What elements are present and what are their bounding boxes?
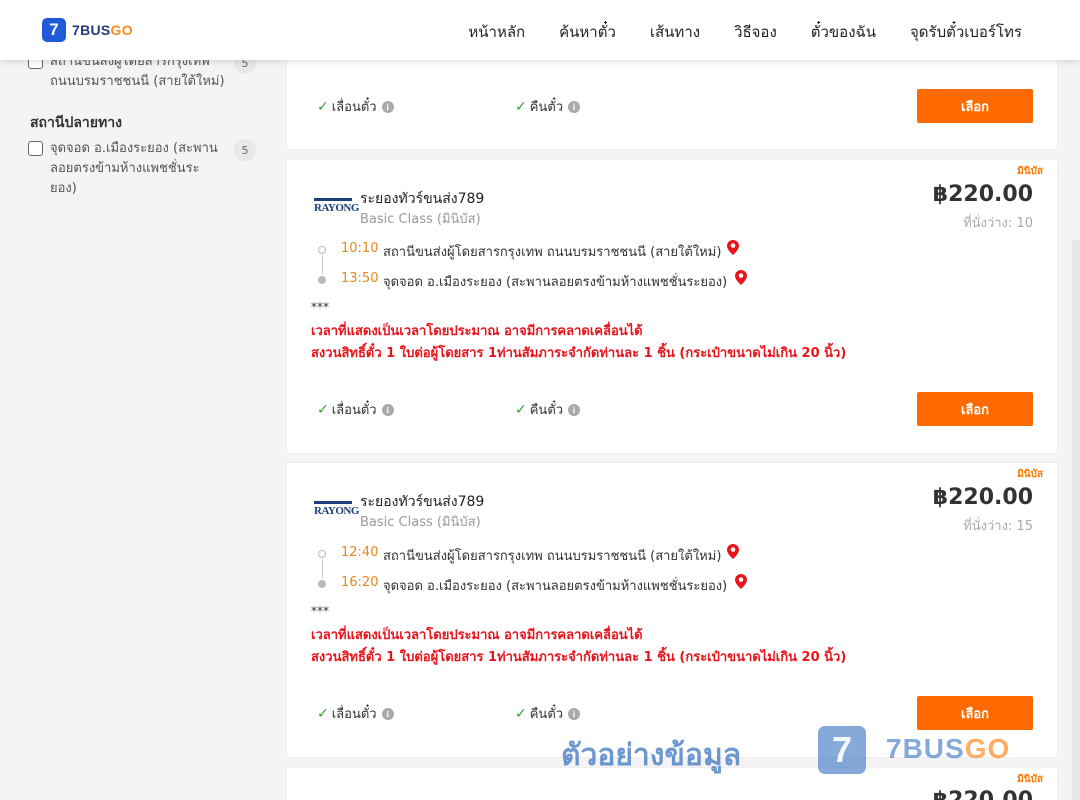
check-icon: ✓ <box>317 705 329 722</box>
notice-time-estimate: เวลาที่แสดงเป็นเวลาโดยประมาณ อาจมีการคลา… <box>311 324 643 339</box>
destination-station-checkbox[interactable] <box>28 141 43 156</box>
reschedule-feature: ✓ เลื่อนตั๋ว i <box>317 399 394 420</box>
filter-sidebar: สถานีขนส่งผู้โดยสารกรุงเทพ ถนนบรมราชชนนี… <box>0 0 270 800</box>
refund-feature: ✓ คืนตั๋ว i <box>515 96 581 117</box>
nav-my-tickets[interactable]: ตั๋วของฉัน <box>811 20 876 44</box>
departure-time: 12:40 <box>341 545 379 560</box>
notice-ticket-luggage: สงวนสิทธิ์ตั๋ว 1 ใบต่อผู้โดยสาร 1ท่านสัม… <box>311 346 847 361</box>
map-pin-icon[interactable] <box>727 240 739 255</box>
nav-search-tickets[interactable]: ค้นหาตั๋ว <box>559 20 616 44</box>
reschedule-feature: ✓ เลื่อนตั๋ว i <box>317 96 394 117</box>
trip-price: ฿220.00 <box>932 182 1033 207</box>
departure-dot <box>318 550 326 558</box>
main-nav: หน้าหลัก ค้นหาตั๋ว เส้นทาง วิธีจอง ตั๋วข… <box>468 20 1022 44</box>
operator-name: ระยองทัวร์ขนส่ง789 <box>360 191 485 207</box>
remarks-marker: *** <box>311 300 329 314</box>
refund-label: คืนตั๋ว <box>529 403 564 418</box>
reschedule-feature: ✓ เลื่อนตั๋ว i <box>317 703 394 724</box>
vehicle-type-badge: มินิบัส <box>1017 166 1043 177</box>
filter-destination-station[interactable]: จุดจอด อ.เมืองระยอง (สะพานลอยตรงข้ามห้าง… <box>28 139 256 199</box>
timeline-line <box>322 255 323 275</box>
info-icon[interactable]: i <box>381 100 394 113</box>
trip-price: ฿220.00 <box>932 485 1033 510</box>
info-icon[interactable]: i <box>381 403 394 416</box>
operator-name: ระยองทัวร์ขนส่ง789 <box>360 494 485 510</box>
refund-label: คืนตั๋ว <box>529 707 564 722</box>
arrival-time: 16:20 <box>341 575 379 590</box>
check-icon: ✓ <box>317 401 329 418</box>
page-scrollbar[interactable] <box>1072 240 1080 800</box>
check-icon: ✓ <box>515 705 527 722</box>
check-icon: ✓ <box>515 98 527 115</box>
logo-mark-icon: 7 <box>42 18 66 42</box>
destination-station-label: จุดจอด อ.เมืองระยอง (สะพานลอยตรงข้ามห้าง… <box>50 141 218 196</box>
map-pin-icon[interactable] <box>735 270 747 285</box>
watermark-logo-icon: 7 <box>818 726 866 774</box>
watermark-text: ตัวอย่างข้อมูล <box>561 738 742 773</box>
check-icon: ✓ <box>317 98 329 115</box>
nav-how-to-book[interactable]: วิธีจอง <box>734 20 777 44</box>
nav-ticket-pickup-contact[interactable]: จุดรับตั๋วเบอร์โทร <box>910 20 1022 44</box>
departure-dot <box>318 246 326 254</box>
operator-logo: RAYONG <box>314 500 359 518</box>
departure-time: 10:10 <box>341 241 379 256</box>
check-icon: ✓ <box>515 401 527 418</box>
trip-price: ฿220.00 <box>933 788 1033 800</box>
refund-feature: ✓ คืนตั๋ว i <box>515 703 581 724</box>
vehicle-type-badge: มินิบัส <box>1017 774 1043 785</box>
arrival-dot <box>318 276 326 284</box>
refund-feature: ✓ คืนตั๋ว i <box>515 399 581 420</box>
trip-card: มินิบัส RAYONG ระยองทัวร์ขนส่ง789 Basic … <box>286 159 1058 454</box>
destination-station-count: 5 <box>234 139 256 161</box>
remarks-marker: *** <box>311 604 329 618</box>
arrival-dot <box>318 580 326 588</box>
reschedule-label: เลื่อนตั๋ว <box>331 707 377 722</box>
seats-available: ที่นั่งว่าง: 10 <box>963 216 1033 231</box>
watermark-brand: 7BUSGO <box>886 733 1011 764</box>
arrival-stop: จุดจอด อ.เมืองระยอง (สะพานลอยตรงข้ามห้าง… <box>383 579 728 594</box>
reschedule-label: เลื่อนตั๋ว <box>331 100 377 115</box>
select-button[interactable]: เลือก <box>917 392 1033 426</box>
timeline-line <box>322 559 323 579</box>
notice-ticket-luggage: สงวนสิทธิ์ตั๋ว 1 ใบต่อผู้โดยสาร 1ท่านสัม… <box>311 650 847 665</box>
logo-text: 7BUSGO <box>72 22 133 38</box>
departure-stop: สถานีขนส่งผู้โดยสารกรุงเทพ ถนนบรมราชชนนี… <box>383 245 722 260</box>
site-logo[interactable]: 7 7BUSGO <box>42 18 133 42</box>
info-icon[interactable]: i <box>568 403 581 416</box>
departure-stop: สถานีขนส่งผู้โดยสารกรุงเทพ ถนนบรมราชชนนี… <box>383 549 722 564</box>
info-icon[interactable]: i <box>568 100 581 113</box>
arrival-time: 13:50 <box>341 271 379 286</box>
operator-logo: RAYONG <box>314 197 359 215</box>
select-button[interactable]: เลือก <box>917 89 1033 123</box>
nav-home[interactable]: หน้าหลัก <box>468 20 525 44</box>
select-button[interactable]: เลือก <box>917 696 1033 730</box>
info-icon[interactable]: i <box>381 707 394 720</box>
top-header: 7 7BUSGO หน้าหลัก ค้นหาตั๋ว เส้นทาง วิธี… <box>0 0 1080 60</box>
map-pin-icon[interactable] <box>727 544 739 559</box>
nav-routes[interactable]: เส้นทาง <box>650 20 700 44</box>
reschedule-label: เลื่อนตั๋ว <box>331 403 377 418</box>
seats-available: ที่นั่งว่าง: 15 <box>963 519 1033 534</box>
vehicle-type-badge: มินิบัส <box>1017 469 1043 480</box>
bus-class: Basic Class (มินิบัส) <box>360 515 481 530</box>
bus-class: Basic Class (มินิบัส) <box>360 212 481 227</box>
notice-time-estimate: เวลาที่แสดงเป็นเวลาโดยประมาณ อาจมีการคลา… <box>311 628 643 643</box>
info-icon[interactable]: i <box>568 707 581 720</box>
trip-card: มินิบัส RAYONG ระยองทัวร์ขนส่ง789 Basic … <box>286 462 1058 758</box>
map-pin-icon[interactable] <box>735 574 747 589</box>
refund-label: คืนตั๋ว <box>529 100 564 115</box>
arrival-stop: จุดจอด อ.เมืองระยอง (สะพานลอยตรงข้ามห้าง… <box>383 275 728 290</box>
destination-section-title: สถานีปลายทาง <box>30 115 122 131</box>
